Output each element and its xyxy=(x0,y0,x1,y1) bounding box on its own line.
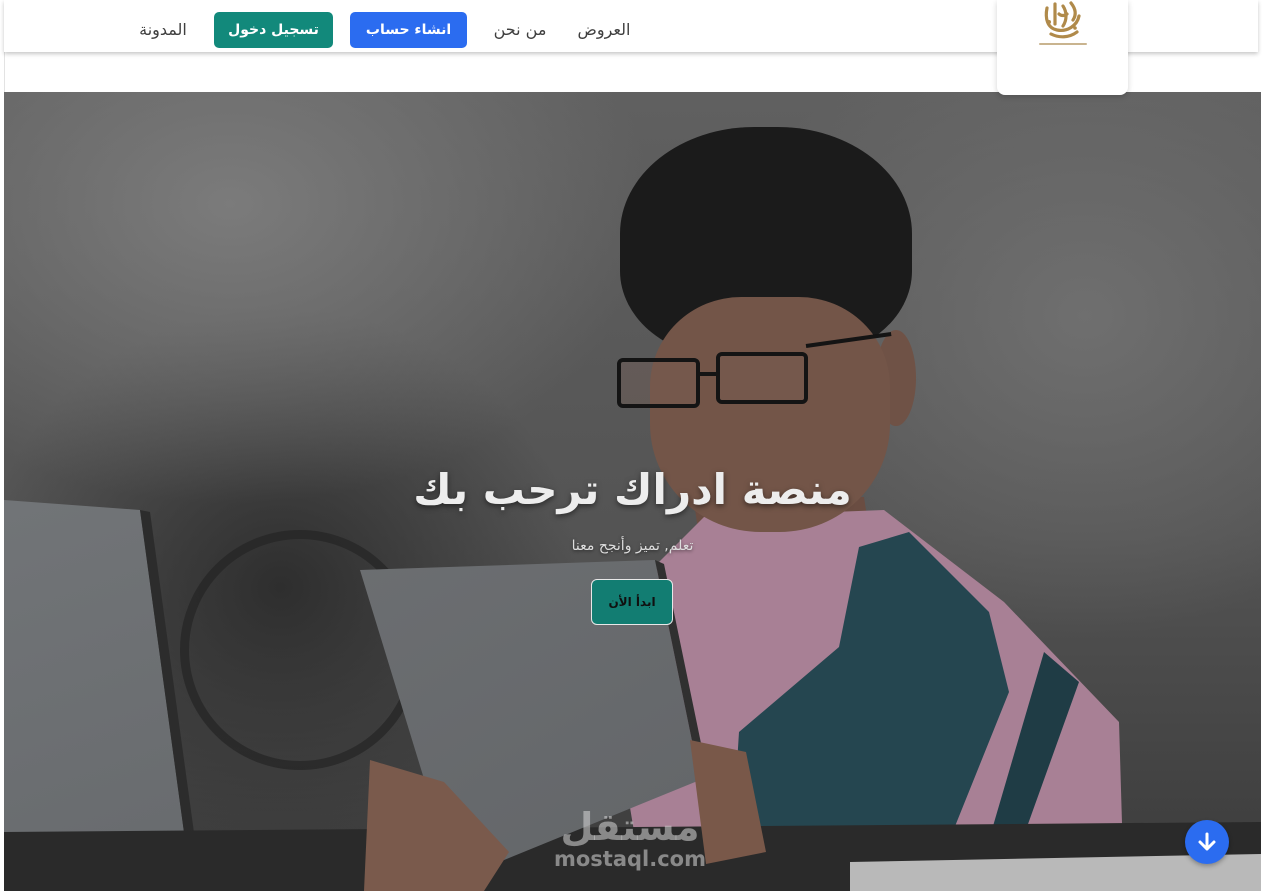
hero-photo-glasses-bridge xyxy=(698,372,718,376)
hero-photo-glasses-right-lens xyxy=(716,352,808,404)
nav-link-offers[interactable]: العروض xyxy=(564,17,644,43)
logo-container[interactable] xyxy=(997,0,1128,95)
watermark-latin: mostaql.com xyxy=(554,847,706,871)
hero-title: منصة ادراك ترحب بك xyxy=(413,465,852,514)
hero-subtitle: تعلم, تميز وأنجح معنا xyxy=(571,538,694,554)
nav-link-blog[interactable]: المدونة xyxy=(128,17,198,43)
start-now-button[interactable]: ابدأ الأن xyxy=(591,579,673,625)
start-now-button-label: ابدأ الأن xyxy=(608,595,656,609)
signup-button-label: انشاء حساب xyxy=(365,22,452,38)
hero-photo-glasses-left-lens xyxy=(617,358,700,408)
nav-link-about-us[interactable]: من نحن xyxy=(485,17,555,43)
scroll-down-button[interactable] xyxy=(1185,820,1229,864)
login-button[interactable]: تسجيل دخول xyxy=(214,12,333,48)
signup-button[interactable]: انشاء حساب xyxy=(350,12,467,48)
arrow-down-icon xyxy=(1198,832,1216,851)
hero-section: منصة ادراك ترحب بك تعلم, تميز وأنجح معنا… xyxy=(4,92,1261,891)
page: العروض من نحن انشاء حساب تسجيل دخول المد… xyxy=(0,0,1262,891)
watermark-arabic: مستقل xyxy=(560,805,700,849)
login-button-label: تسجيل دخول xyxy=(228,22,319,38)
hero-photo-bicycle-wheel xyxy=(180,530,420,770)
idrak-logo xyxy=(1039,1,1087,45)
